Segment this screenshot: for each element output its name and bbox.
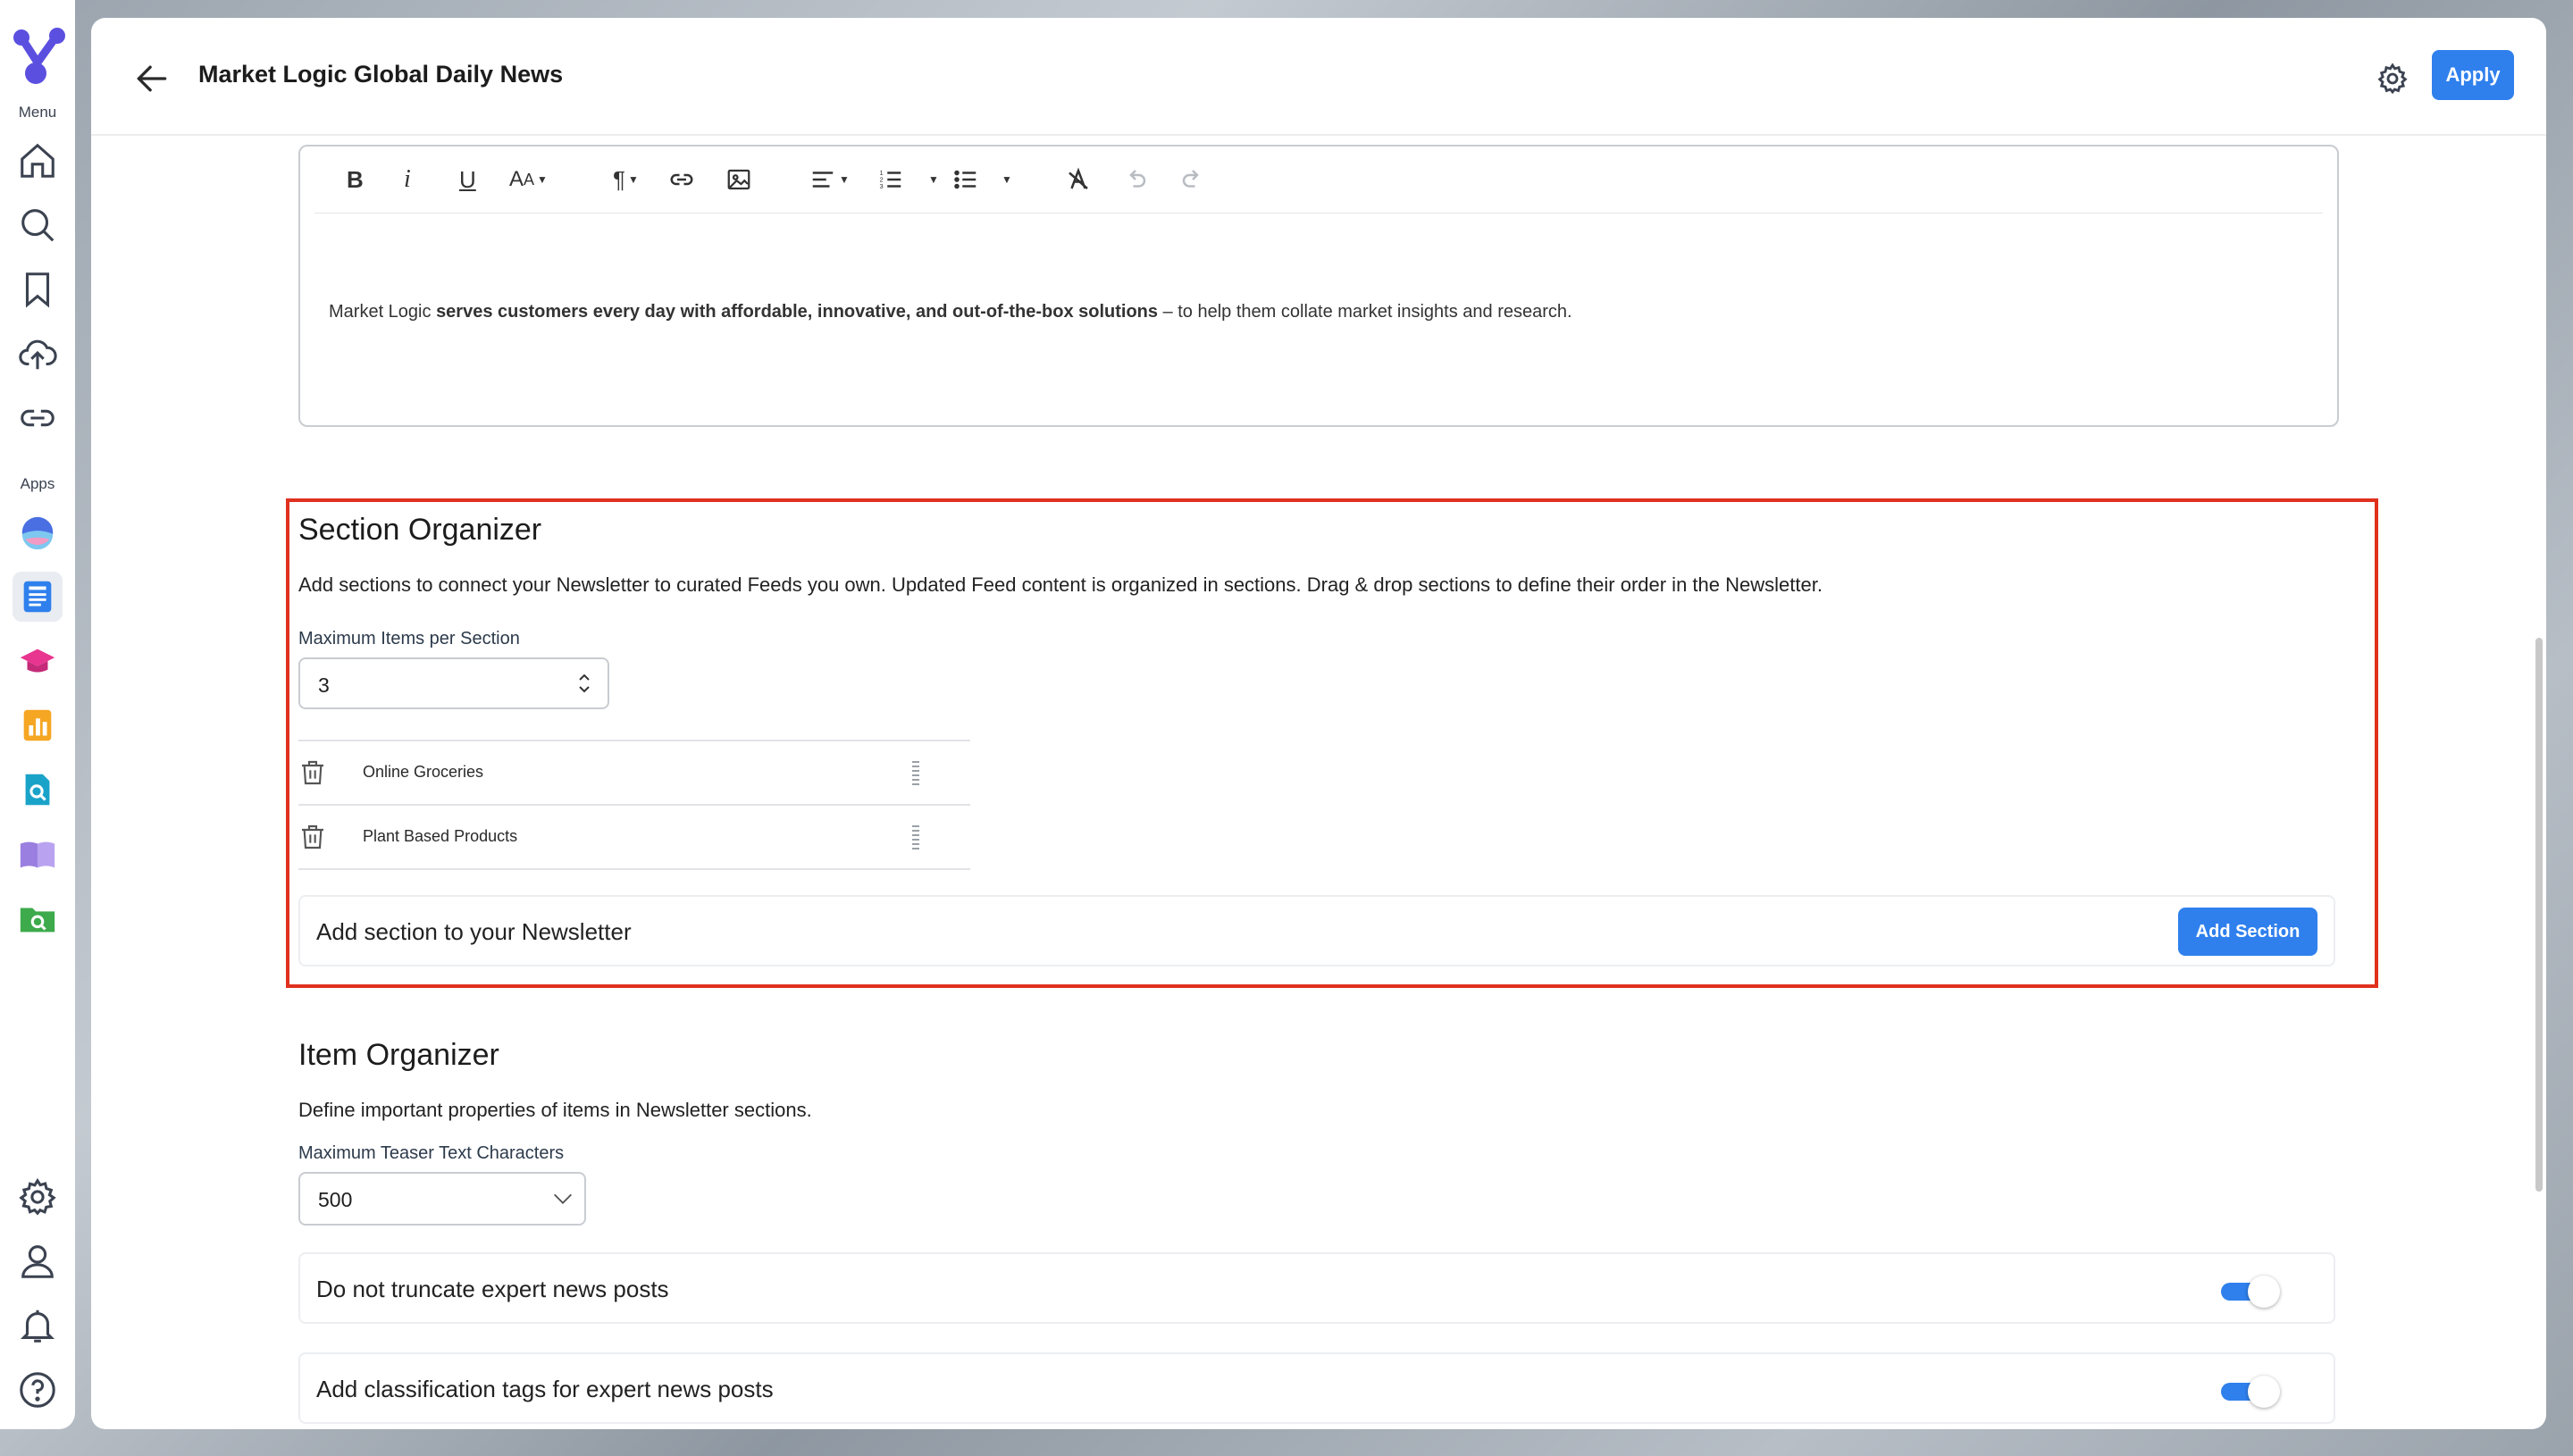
rich-text-editor: B i U A A ▼ ¶ ▼ ▼ 123 ▼ ▼ Market Logic s… — [298, 145, 2339, 427]
reports-app-icon[interactable] — [13, 700, 63, 750]
undo-icon[interactable] — [1122, 164, 1149, 195]
editor-toolbar: B i U A A ▼ ¶ ▼ ▼ 123 ▼ ▼ — [314, 146, 2323, 213]
apply-button[interactable]: Apply — [2432, 50, 2514, 100]
vertical-scrollbar[interactable] — [2535, 638, 2543, 1192]
numbered-list-icon[interactable]: 123 — [877, 164, 904, 195]
bold-icon[interactable]: B — [347, 164, 364, 195]
classification-tags-toggle-switch[interactable] — [2221, 1376, 2280, 1408]
settings-gear-icon[interactable] — [13, 1172, 63, 1222]
back-arrow-icon[interactable] — [132, 59, 172, 98]
main-panel: Market Logic Global Daily News Apply B i… — [91, 18, 2546, 1429]
toggle-label: Add classification tags for expert news … — [316, 1376, 774, 1402]
truncate-toggle-switch[interactable] — [2221, 1276, 2280, 1308]
user-profile-icon[interactable] — [13, 1236, 63, 1286]
upload-cloud-icon[interactable] — [13, 329, 63, 379]
app-logo-icon[interactable] — [9, 25, 66, 88]
page-header: Market Logic Global Daily News Apply — [91, 18, 2546, 136]
numbered-list-dropdown-icon[interactable]: ▼ — [926, 164, 939, 195]
menu-caption: Menu — [18, 104, 57, 121]
teaser-chars-value: 500 — [318, 1188, 353, 1211]
underline-icon[interactable]: U — [459, 164, 476, 195]
truncate-toggle-row: Do not truncate expert news posts — [298, 1252, 2335, 1324]
section-organizer-highlight — [286, 498, 2378, 988]
insights-app-icon[interactable] — [13, 507, 63, 557]
page-title: Market Logic Global Daily News — [198, 61, 564, 88]
classification-tags-toggle-row: Add classification tags for expert news … — [298, 1352, 2335, 1424]
help-question-icon[interactable] — [13, 1365, 63, 1415]
text-align-icon[interactable]: ▼ — [809, 164, 850, 195]
insert-image-icon[interactable] — [725, 164, 752, 195]
editor-text-bold: serves customers every day with affordab… — [436, 302, 1159, 322]
item-organizer-description: Define important properties of items in … — [298, 1099, 812, 1121]
toggle-knob — [2248, 1376, 2280, 1408]
document-search-app-icon[interactable] — [13, 765, 63, 815]
apps-caption: Apps — [20, 475, 55, 492]
teaser-chars-select[interactable]: 500 — [298, 1172, 586, 1226]
insert-link-icon[interactable] — [668, 164, 695, 195]
bookmark-icon[interactable] — [13, 264, 63, 314]
item-organizer-title: Item Organizer — [298, 1038, 499, 1072]
left-rail: Menu Apps — [0, 0, 75, 1429]
editor-text-suffix: – to help them collate market insights a… — [1158, 302, 1572, 322]
link-icon[interactable] — [13, 393, 63, 443]
library-book-app-icon[interactable] — [13, 829, 63, 879]
paragraph-icon[interactable]: ¶ ▼ — [613, 164, 639, 195]
gear-icon[interactable] — [2375, 61, 2410, 96]
clear-formatting-icon[interactable] — [1065, 164, 1092, 195]
toggle-label: Do not truncate expert news posts — [316, 1276, 669, 1302]
bulleted-list-dropdown-icon[interactable]: ▼ — [999, 164, 1012, 195]
font-size-icon[interactable]: A A ▼ — [509, 164, 548, 195]
learning-app-icon[interactable] — [13, 636, 63, 686]
bulleted-list-icon[interactable] — [952, 164, 979, 195]
search-icon[interactable] — [13, 200, 63, 250]
home-icon[interactable] — [13, 136, 63, 186]
toggle-knob — [2248, 1276, 2280, 1308]
svg-text:3: 3 — [880, 182, 884, 190]
editor-text-prefix: Market Logic — [329, 302, 437, 322]
notifications-bell-icon[interactable] — [13, 1301, 63, 1351]
italic-icon[interactable]: i — [404, 164, 411, 195]
folder-search-app-icon[interactable] — [13, 893, 63, 943]
newsletter-app-icon[interactable] — [13, 572, 63, 622]
editor-content[interactable]: Market Logic serves customers every day … — [329, 302, 1572, 322]
chevron-down-icon — [554, 1193, 572, 1204]
teaser-chars-label: Maximum Teaser Text Characters — [298, 1143, 565, 1163]
redo-icon[interactable] — [1179, 164, 1206, 195]
